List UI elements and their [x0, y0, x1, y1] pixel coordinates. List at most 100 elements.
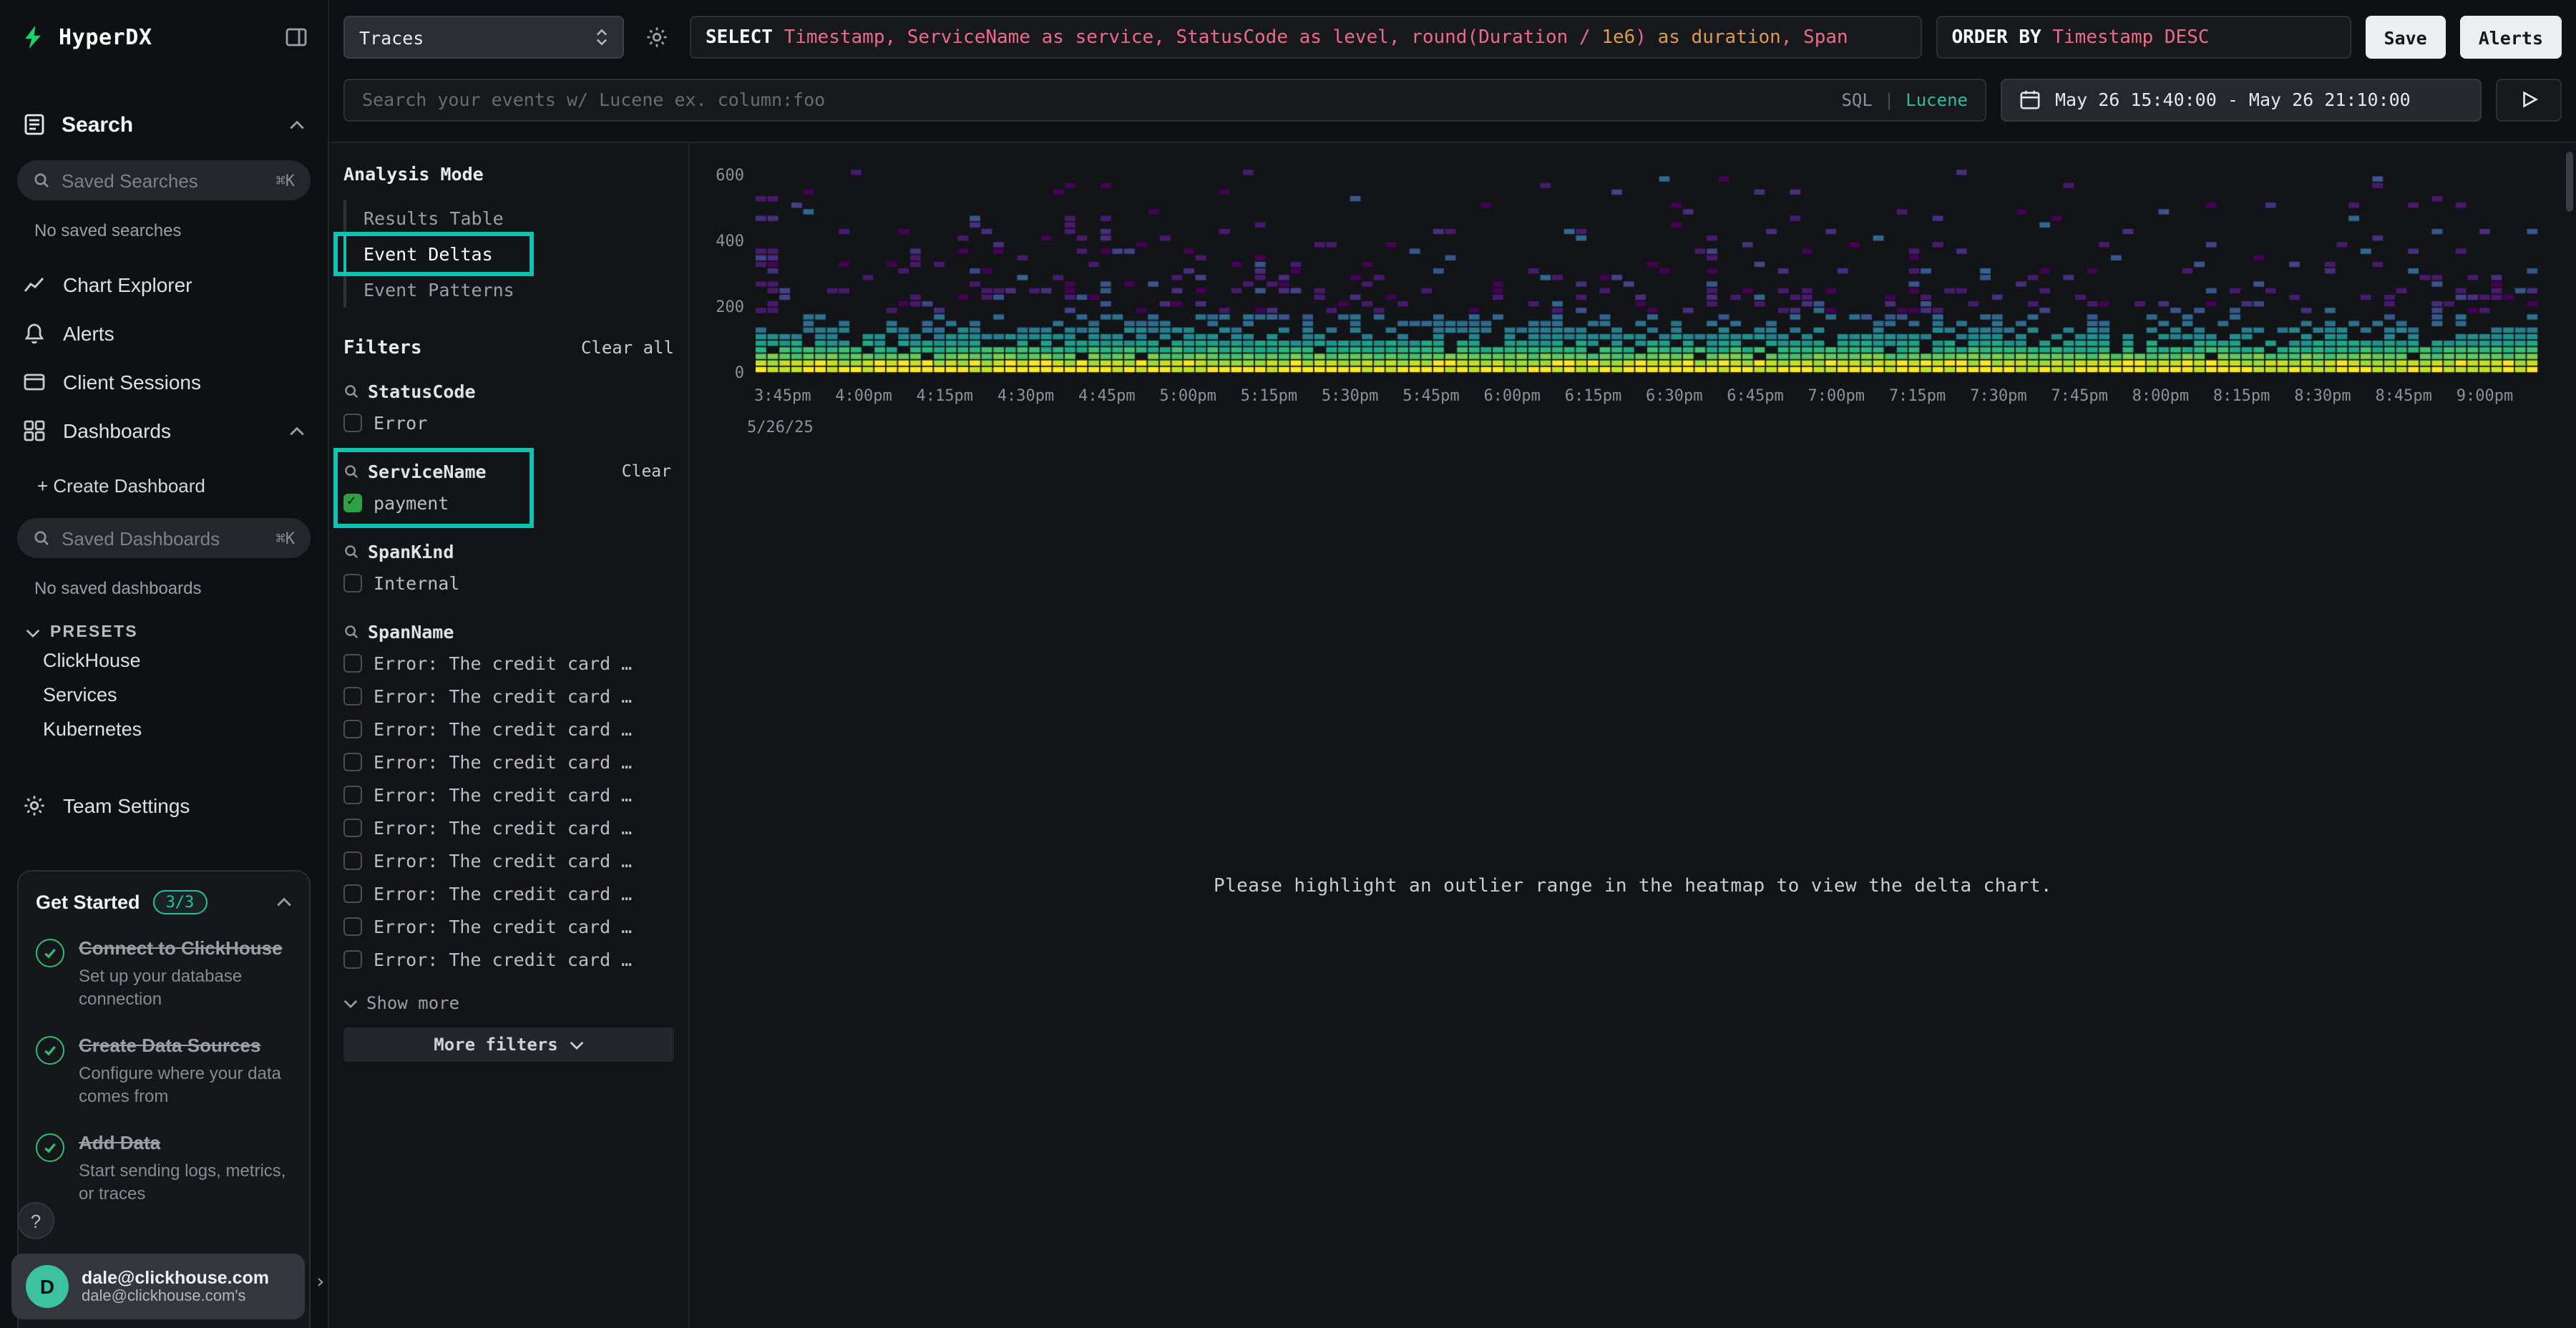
checkbox[interactable] [343, 654, 362, 673]
order-by-keyword: ORDER BY [1951, 26, 2052, 48]
filter-option[interactable]: Error: The credit card … [343, 879, 674, 909]
checkbox[interactable] [343, 720, 362, 738]
filter-option-label: Error: The credit card … [374, 883, 632, 904]
saved-searches-input[interactable]: Saved Searches ⌘K [17, 160, 311, 200]
checkbox[interactable] [343, 494, 362, 512]
checkbox[interactable] [343, 687, 362, 706]
filter-option[interactable]: Error: The credit card … [343, 912, 674, 942]
checkbox[interactable] [343, 819, 362, 837]
filter-group-header: ServiceNameClear [343, 456, 674, 485]
filter-option[interactable]: Error: The credit card … [343, 944, 674, 975]
filter-option[interactable]: Error: The credit card … [343, 714, 674, 744]
sidebar-collapse-icon[interactable] [285, 26, 308, 49]
sql-mode-toggle[interactable]: SQL [1841, 89, 1872, 109]
x-axis-tick: 6:15pm [1565, 386, 1622, 405]
preset-services[interactable]: Services [0, 678, 328, 713]
get-started-step[interactable]: Connect to ClickHouseSet up your databas… [36, 937, 292, 1012]
presets-toggle[interactable]: PRESETS [0, 621, 328, 644]
gear-icon [645, 26, 668, 49]
checkbox[interactable] [343, 786, 362, 804]
search-icon [33, 172, 50, 189]
sidebar-item-alerts[interactable]: Alerts [0, 312, 328, 355]
filter-option[interactable]: Error: The credit card … [343, 648, 674, 678]
search-input[interactable]: Search your events w/ Lucene ex. column:… [343, 78, 1986, 121]
show-more-label: Show more [366, 993, 459, 1013]
filter-group-statuscode: StatusCodeError [343, 376, 674, 438]
sql-query-editor[interactable]: SELECT Timestamp, ServiceName as service… [690, 16, 1921, 59]
preset-kubernetes[interactable]: Kubernetes [0, 713, 328, 747]
step-description: Start sending logs, metrics, or traces [79, 1161, 292, 1206]
run-query-button[interactable] [2496, 78, 2562, 121]
get-started-header[interactable]: Get Started 3/3 [36, 890, 292, 914]
get-started-step[interactable]: Create Data SourcesConfigure where your … [36, 1035, 292, 1109]
x-axis-tick: 8:30pm [2294, 386, 2351, 405]
query-mode-toggle: SQL | Lucene [1841, 89, 1968, 109]
search-icon [343, 623, 359, 639]
source-select[interactable]: Traces [343, 16, 624, 59]
chevron-down-icon [570, 1040, 584, 1050]
x-axis-date-label: 5/26/25 [747, 418, 814, 436]
sql-token: , Span [1781, 26, 1848, 48]
analysis-mode-option-event-patterns[interactable]: Event Patterns [343, 272, 674, 308]
filter-option[interactable]: payment [343, 488, 674, 518]
order-by-editor[interactable]: ORDER BY Timestamp DESC [1936, 16, 2351, 59]
checkbox[interactable] [343, 884, 362, 903]
filter-option[interactable]: Error: The credit card … [343, 813, 674, 843]
filter-option[interactable]: Error: The credit card … [343, 747, 674, 777]
time-range-picker[interactable]: May 26 15:40:00 - May 26 21:10:00 [2001, 78, 2482, 121]
source-settings-button[interactable] [638, 19, 675, 56]
chart-icon [23, 273, 46, 296]
get-started-steps: Connect to ClickHouseSet up your databas… [36, 937, 292, 1206]
sidebar-item-team-settings[interactable]: Team Settings [0, 784, 328, 827]
more-filters-button[interactable]: More filters [343, 1027, 674, 1062]
saved-dashboards-input[interactable]: Saved Dashboards ⌘K [17, 518, 311, 558]
clear-filter-button[interactable]: Clear [622, 461, 674, 481]
checkbox[interactable] [343, 414, 362, 432]
sidebar-section-search[interactable]: Search [0, 103, 328, 146]
analysis-mode-option-label: Event Patterns [364, 279, 514, 301]
search-placeholder: Search your events w/ Lucene ex. column:… [362, 89, 1841, 110]
checkbox[interactable] [343, 574, 362, 592]
filter-option[interactable]: Error: The credit card … [343, 681, 674, 711]
time-range-value: May 26 15:40:00 - May 26 21:10:00 [2055, 89, 2411, 110]
filter-option[interactable]: Error: The credit card … [343, 780, 674, 810]
check-circle-icon [36, 1036, 64, 1065]
sidebar-collapse-handle[interactable]: › [314, 1271, 326, 1294]
analysis-mode-option-label: Event Deltas [364, 243, 493, 265]
user-menu[interactable]: D dale@clickhouse.com dale@clickhouse.co… [11, 1254, 305, 1319]
filter-option-label: Error [374, 412, 427, 434]
sidebar-item-chart-explorer[interactable]: Chart Explorer [0, 263, 328, 306]
show-more-filters[interactable]: Show more [343, 993, 674, 1013]
search-section-label: Search [62, 112, 133, 137]
lucene-mode-toggle[interactable]: Lucene [1906, 89, 1968, 109]
sidebar-item-dashboards[interactable]: Dashboards [0, 409, 328, 452]
get-started-title: Get Started [36, 892, 140, 913]
nav-item-label: Client Sessions [63, 371, 201, 394]
checkbox[interactable] [343, 753, 362, 771]
filter-option[interactable]: Error [343, 408, 674, 438]
get-started-step[interactable]: Add DataStart sending logs, metrics, or … [36, 1132, 292, 1206]
scrollbar-thumb[interactable] [2566, 152, 2573, 212]
checkbox[interactable] [343, 851, 362, 870]
filter-option-label: Error: The credit card … [374, 718, 632, 740]
filter-option-label: Error: The credit card … [374, 949, 632, 970]
filter-option[interactable]: Error: The credit card … [343, 846, 674, 876]
clear-all-filters[interactable]: Clear all [581, 338, 674, 358]
checkbox[interactable] [343, 917, 362, 936]
topbar: Traces SELECT Timestamp, ServiceName as … [329, 0, 2576, 143]
analysis-mode-option-event-deltas[interactable]: Event Deltas [343, 236, 674, 272]
no-saved-dashboards-text: No saved dashboards [0, 558, 328, 598]
filter-group-name: SpanKind [368, 540, 454, 562]
alerts-button[interactable]: Alerts [2460, 16, 2562, 59]
create-dashboard-button[interactable]: + Create Dashboard [0, 469, 328, 504]
x-axis-tick: 6:30pm [1646, 386, 1703, 405]
save-button[interactable]: Save [2365, 16, 2445, 59]
sidebar-item-client-sessions[interactable]: Client Sessions [0, 361, 328, 404]
preset-clickhouse[interactable]: ClickHouse [0, 644, 328, 678]
filter-option[interactable]: Internal [343, 568, 674, 598]
checkbox[interactable] [343, 950, 362, 969]
help-button[interactable]: ? [17, 1202, 54, 1239]
heatmap-canvas[interactable] [756, 163, 2539, 374]
user-info: dale@clickhouse.com dale@clickhouse.com'… [82, 1268, 269, 1305]
analysis-mode-option-results-table[interactable]: Results Table [343, 200, 674, 236]
